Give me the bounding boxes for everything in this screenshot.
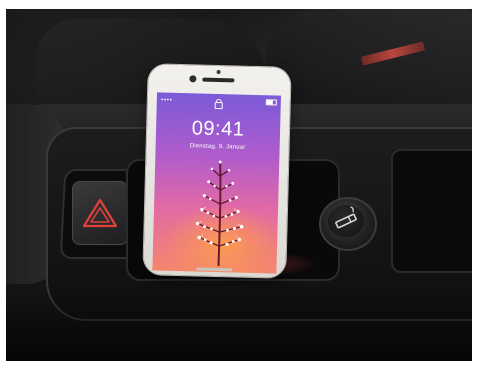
- signal-icon: ●●●●: [160, 96, 173, 102]
- lock-screen-time: 09:41: [191, 117, 245, 141]
- proximity-sensor: [216, 69, 221, 75]
- lock-screen[interactable]: ●●●● 09:41 Dienstag, 9. Januar: [152, 92, 281, 274]
- earpiece-speaker: [202, 77, 235, 83]
- photo-frame: ●●●● 09:41 Dienstag, 9. Januar: [0, 0, 478, 369]
- hazard-button[interactable]: [72, 181, 128, 245]
- battery-icon: [265, 99, 277, 106]
- lock-icon: [214, 101, 223, 110]
- bottom-shadow: [6, 289, 472, 361]
- car-console-photo: ●●●● 09:41 Dienstag, 9. Januar: [6, 9, 472, 361]
- smartphone[interactable]: ●●●● 09:41 Dienstag, 9. Januar: [143, 64, 291, 278]
- hazard-warning-icon: [82, 198, 118, 228]
- power-socket-cap: [328, 205, 364, 237]
- wallpaper-plant: [195, 160, 244, 267]
- lock-screen-date: Dienstag, 9. Januar: [189, 143, 246, 151]
- front-camera-icon: [189, 75, 197, 83]
- right-storage-bin: [391, 149, 472, 273]
- cigarette-lighter-icon: [335, 206, 357, 229]
